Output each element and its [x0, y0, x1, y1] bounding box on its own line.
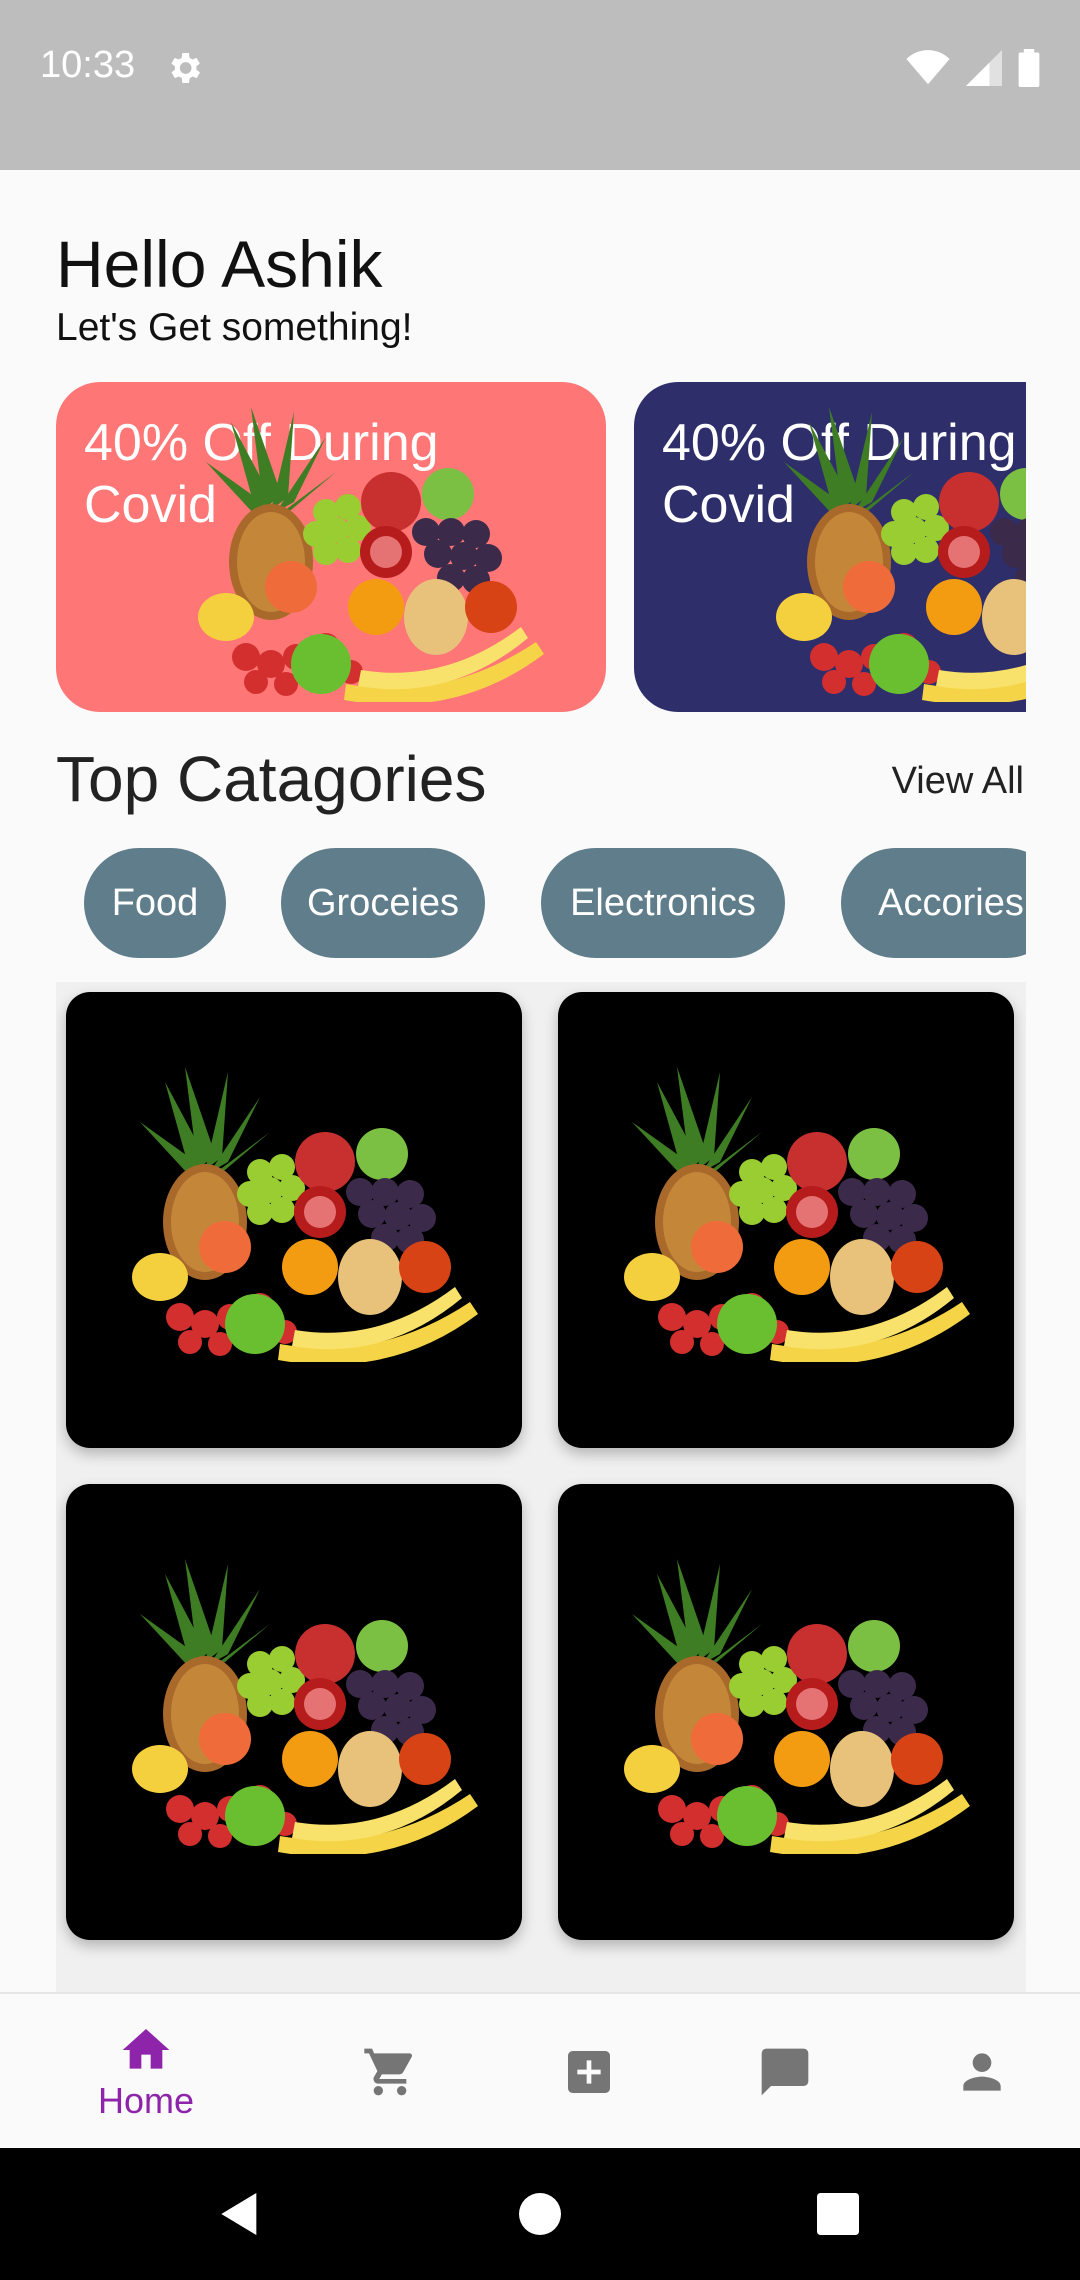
home-content[interactable]: Hello Ashik Let's Get something! 40% Off…: [0, 170, 1080, 1992]
greeting-subtitle: Let's Get something!: [56, 306, 413, 349]
category-chips[interactable]: Food Groceies Electronics Accories: [56, 848, 1026, 960]
person-icon: [963, 2053, 1001, 2091]
status-time: 10:33: [40, 44, 136, 86]
status-bar: 10:33: [0, 0, 1080, 170]
bottom-navigation: Home: [0, 1992, 1080, 2148]
product-grid[interactable]: [56, 982, 1026, 1992]
nav-add[interactable]: [539, 1994, 639, 2150]
fruit-image: [110, 1042, 490, 1382]
fruit-image: [754, 402, 1026, 702]
nav-profile[interactable]: [932, 1994, 1032, 2150]
fruit-image: [602, 1042, 982, 1382]
fruit-image: [602, 1534, 982, 1874]
fruit-image: [110, 1534, 490, 1874]
product-card[interactable]: [558, 1484, 1014, 1940]
product-card[interactable]: [66, 1484, 522, 1940]
wifi-icon: [906, 50, 950, 85]
recents-icon[interactable]: [810, 2186, 866, 2242]
promo-carousel[interactable]: 40% Off During Covid 40% Off During Covi…: [56, 382, 1026, 712]
promo-banner[interactable]: 40% Off During Covid: [634, 382, 1026, 712]
home-circle-icon[interactable]: [512, 2186, 568, 2242]
nav-cart[interactable]: [340, 1994, 440, 2150]
back-icon[interactable]: [212, 2186, 268, 2242]
add-box-icon: [568, 2051, 610, 2093]
chat-icon: [761, 2048, 809, 2096]
category-chip-accessories[interactable]: Accories: [841, 848, 1026, 958]
settings-gear-icon: [171, 53, 200, 83]
category-chip-food[interactable]: Food: [84, 848, 226, 958]
nav-messages[interactable]: [735, 1994, 835, 2150]
product-card[interactable]: [66, 992, 522, 1448]
section-title: Top Catagories: [56, 743, 487, 815]
product-card[interactable]: [558, 992, 1014, 1448]
signal-icon: [966, 50, 1002, 86]
fruit-image: [176, 402, 556, 702]
nav-home[interactable]: Home: [86, 1994, 206, 2150]
cart-icon: [364, 2048, 413, 2096]
nav-home-label: Home: [97, 2080, 195, 2121]
system-navigation-bar: [0, 2148, 1080, 2280]
battery-icon: [1018, 49, 1040, 87]
home-icon: [122, 2029, 170, 2069]
category-chip-groceries[interactable]: Groceies: [281, 848, 485, 958]
greeting-title: Hello Ashik: [56, 227, 383, 301]
view-all-link[interactable]: View All: [892, 760, 1024, 803]
status-icons: [906, 48, 1040, 88]
category-chip-electronics[interactable]: Electronics: [541, 848, 785, 958]
promo-banner[interactable]: 40% Off During Covid: [56, 382, 606, 712]
